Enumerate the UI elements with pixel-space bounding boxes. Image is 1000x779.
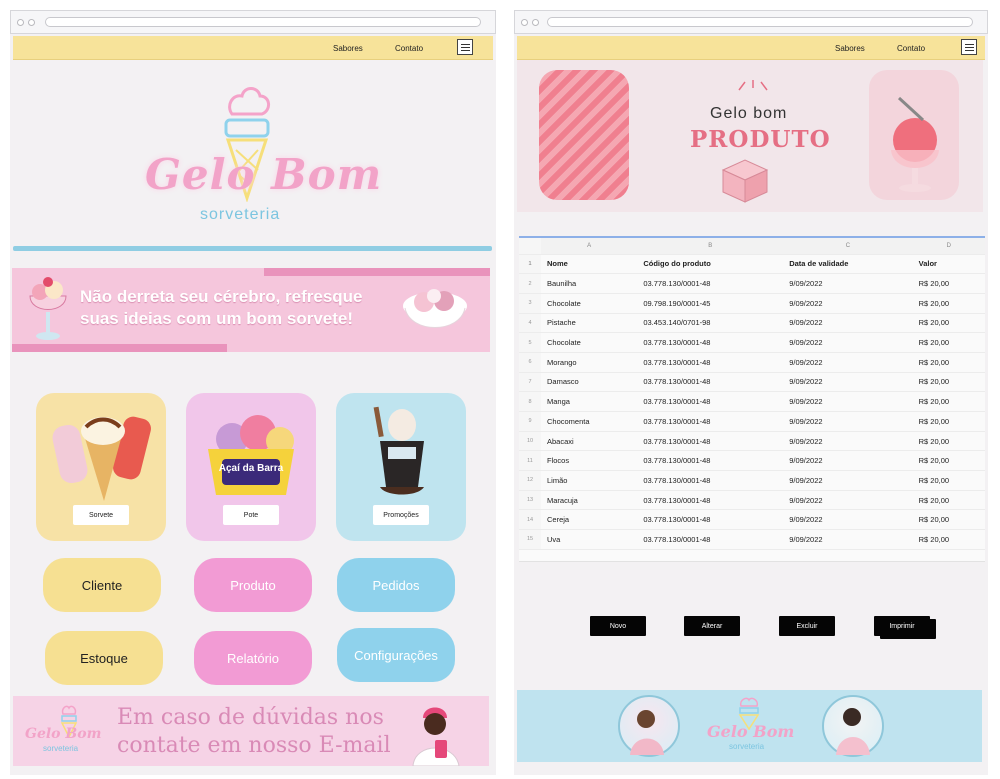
menu-icon[interactable] <box>961 39 977 55</box>
customer-photo <box>618 695 680 757</box>
sundae-glass-icon <box>29 277 67 340</box>
table-row[interactable]: 11 Flocos 03.778.130/0001-48 9/09/2022 R$ 20… <box>519 450 985 472</box>
footer-text: Em caso de dúvidas nos contate em nosso … <box>117 705 391 758</box>
window-dot-icon[interactable] <box>521 19 528 26</box>
table-row[interactable]: 14 Cereja 03.778.130/0001-48 9/09/2022 R$ 20… <box>519 509 985 531</box>
header-valor[interactable]: Valor <box>912 254 985 275</box>
customer-photo <box>822 695 884 757</box>
box-icon <box>721 159 769 203</box>
nav-link-contato[interactable]: Contato <box>897 44 925 53</box>
person-icon <box>836 708 870 755</box>
browser-chrome <box>10 10 496 34</box>
nav-link-contato[interactable]: Contato <box>395 44 423 53</box>
table-row[interactable]: 9 Chocomenta 03.778.130/0001-48 9/09/2022 R$… <box>519 411 985 432</box>
table-row[interactable]: 4 Pistache 03.453.140/0701-98 9/09/2022 R$ 2… <box>519 313 985 334</box>
product-table: A B C D 1 Nome Código do produto Data de… <box>519 238 985 550</box>
hero-subtitle: Gelo bom <box>710 105 788 122</box>
produto-button[interactable]: Produto <box>194 558 312 612</box>
column-letter[interactable]: B <box>637 238 784 255</box>
footer-logo-subtitle: sorveteria <box>43 744 79 753</box>
brand-footer: Gelo Bom sorveteria <box>517 690 982 762</box>
sundae-icon <box>891 96 939 192</box>
card-label: Pote <box>223 505 279 525</box>
table-row[interactable]: 15 Uva 03.778.130/0001-48 9/09/2022 R$ 20,00 <box>519 529 985 550</box>
product-screen: Sabores Contato Gelo bom PRODUTO A B C D… <box>514 10 988 775</box>
header-validade[interactable]: Data de validade <box>783 254 913 275</box>
table-row[interactable]: 13 Maracuja 03.778.130/0001-48 9/09/2022 R$ … <box>519 490 985 511</box>
header-codigo[interactable]: Código do produto <box>637 254 784 275</box>
menu-icon[interactable] <box>457 39 473 55</box>
footer-logo-subtitle: sorveteria <box>729 742 765 751</box>
column-letters-row: A B C D <box>519 238 985 255</box>
product-spreadsheet: A B C D 1 Nome Código do produto Data de… <box>519 236 985 562</box>
sundae-photo <box>869 70 959 200</box>
top-navbar: Sabores Contato <box>13 36 493 60</box>
imprimir-button[interactable]: Imprimir <box>874 616 930 636</box>
top-navbar: Sabores Contato <box>517 36 985 60</box>
product-hero: Gelo bom PRODUTO <box>517 60 983 212</box>
estoque-button[interactable]: Estoque <box>45 631 163 685</box>
column-letter[interactable]: C <box>783 238 913 255</box>
person-icon <box>630 710 664 755</box>
brand-logo: Gelo Bom sorveteria <box>10 80 496 230</box>
alterar-button[interactable]: Alterar <box>684 616 740 636</box>
table-row[interactable]: 10 Abacaxi 03.778.130/0001-48 9/09/2022 R$ 2… <box>519 431 985 452</box>
table-row[interactable]: 7 Damasco 03.778.130/0001-48 9/09/2022 R$ 20… <box>519 372 985 393</box>
nav-link-sabores[interactable]: Sabores <box>333 44 363 53</box>
novo-button[interactable]: Novo <box>590 616 646 636</box>
cliente-button[interactable]: Cliente <box>43 558 161 612</box>
footer-logo-title: Gelo Bom <box>707 722 795 741</box>
ice-cream-bowl-icon <box>403 289 467 328</box>
contact-footer: Gelo Bom sorveteria Em caso de dúvidas n… <box>13 696 489 766</box>
popsicle-icon <box>52 416 151 501</box>
acai-cup-icon: Açaí da Barra <box>208 415 294 495</box>
table-row[interactable]: 3 Chocolate 09.798.190/0001-45 9/09/2022 R$ … <box>519 293 985 314</box>
milkshake-icon <box>373 406 424 495</box>
card-sorvete[interactable]: Sorvete <box>36 393 166 541</box>
footer-logo-title: Gelo Bom <box>25 726 102 742</box>
promo-banner: Não derreta seu cérebro, refresque suas … <box>12 268 490 352</box>
table-row[interactable]: 8 Manga 03.778.130/0001-48 9/09/2022 R$ 20,0… <box>519 391 985 412</box>
window-dot-icon[interactable] <box>28 19 35 26</box>
column-letter[interactable]: D <box>912 238 985 255</box>
logo-title: Gelo Bom <box>145 150 383 199</box>
address-bar[interactable] <box>547 17 973 27</box>
relatorio-button[interactable]: Relatório <box>194 631 312 685</box>
nav-link-sabores[interactable]: Sabores <box>835 44 865 53</box>
sparkle-icon <box>738 80 768 91</box>
excluir-button[interactable]: Excluir <box>779 616 835 636</box>
window-dot-icon[interactable] <box>17 19 24 26</box>
divider <box>13 246 492 251</box>
table-header-row: 1 Nome Código do produto Data de validad… <box>519 254 985 275</box>
card-label: Promoções <box>373 505 429 525</box>
pedidos-button[interactable]: Pedidos <box>337 558 455 612</box>
banner-text: Não derreta seu cérebro, refresque suas … <box>80 287 363 328</box>
card-pote[interactable]: Açaí da Barra Pote <box>186 393 316 541</box>
table-row[interactable]: 12 Limão 03.778.130/0001-48 9/09/2022 R$ 20,… <box>519 470 985 491</box>
card-promocoes[interactable]: Promoções <box>336 393 466 541</box>
card-label: Sorvete <box>73 505 129 525</box>
table-row[interactable]: 2 Baunilha 03.778.130/0001-48 9/09/2022 R$ 2… <box>519 273 985 294</box>
ice-cream-texture-image <box>539 70 629 200</box>
header-nome[interactable]: Nome <box>541 254 638 275</box>
table-row[interactable]: 5 Chocolate 03.778.130/0001-48 9/09/2022 R$ … <box>519 332 985 353</box>
banner-stripe <box>12 344 227 352</box>
window-dot-icon[interactable] <box>532 19 539 26</box>
address-bar[interactable] <box>45 17 481 27</box>
brand-text: Açaí da Barra <box>219 463 284 474</box>
home-screen: Sabores Contato Gelo Bom sorveteria Não … <box>10 10 496 775</box>
hero-title: PRODUTO <box>690 126 831 153</box>
column-letter[interactable]: A <box>541 238 638 255</box>
browser-chrome <box>514 10 988 34</box>
configuracoes-button[interactable]: Configurações <box>337 628 455 682</box>
logo-subtitle: sorveteria <box>200 206 281 223</box>
banner-stripe <box>264 268 490 276</box>
person-with-phone-icon <box>412 707 460 766</box>
table-row[interactable]: 6 Morango 03.778.130/0001-48 9/09/2022 R$ 20… <box>519 352 985 373</box>
